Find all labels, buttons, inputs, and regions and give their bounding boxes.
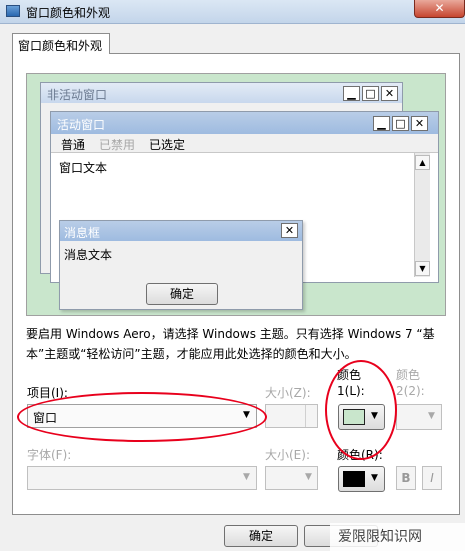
font-color-swatch (343, 471, 365, 487)
size-spin-icon[interactable] (305, 405, 317, 427)
inactive-window-title: 非活动窗口 (47, 88, 108, 102)
close-button[interactable]: ✕ (414, 0, 465, 18)
menu-selected: 已选定 (149, 138, 186, 152)
inactive-minimize-icon: ▁ (343, 86, 360, 101)
font-dropdown-icon: ▼ (243, 472, 250, 482)
window-title: 窗口颜色和外观 (26, 6, 111, 20)
bold-button[interactable]: B (396, 466, 416, 490)
color2-sublabel: 2(2): (396, 384, 425, 398)
ok-button[interactable]: 确定 (224, 525, 298, 547)
window-text: 窗口文本 (59, 161, 108, 175)
app-icon (6, 5, 20, 17)
active-close-icon: ✕ (411, 116, 428, 131)
color2-dropdown-icon: ▼ (428, 411, 435, 421)
size-label: 大小(Z): (265, 386, 311, 400)
scroll-up-icon[interactable]: ▲ (415, 155, 430, 170)
menu-disabled: 已禁用 (99, 138, 136, 152)
watermark: 爱限限知识网 (330, 523, 465, 551)
color2-label: 颜色 (396, 368, 421, 382)
color2-button[interactable] (396, 404, 442, 430)
message-box-title: 消息框 (64, 226, 101, 240)
message-box-close-icon: ✕ (281, 223, 298, 238)
scroll-down-icon[interactable]: ▼ (415, 261, 430, 276)
font-size-label: 大小(E): (265, 448, 310, 462)
font-select[interactable] (27, 466, 257, 490)
tab-window-color[interactable]: 窗口颜色和外观 (12, 33, 110, 54)
menu-normal: 普通 (61, 138, 86, 152)
preview-ok-button[interactable]: 确定 (146, 283, 218, 305)
font-size-dropdown-icon: ▼ (305, 472, 312, 482)
preview-scrollbar[interactable] (414, 153, 430, 277)
annotation-circle-item (17, 392, 267, 442)
active-minimize-icon: ▁ (373, 116, 390, 131)
font-label: 字体(F): (27, 448, 72, 462)
watermark-text: 爱限限知识网 (338, 529, 422, 545)
message-text: 消息文本 (64, 248, 113, 262)
annotation-circle-color (325, 360, 397, 460)
active-maximize-icon: □ (392, 116, 409, 131)
font-color-dropdown-icon: ▼ (371, 473, 378, 483)
inactive-close-icon: ✕ (381, 86, 398, 101)
inactive-maximize-icon: □ (362, 86, 379, 101)
aero-notice: 要启用 Windows Aero，请选择 Windows 主题。只有选择 Win… (26, 327, 435, 361)
italic-button[interactable]: I (422, 466, 442, 490)
active-window-title: 活动窗口 (57, 118, 106, 132)
